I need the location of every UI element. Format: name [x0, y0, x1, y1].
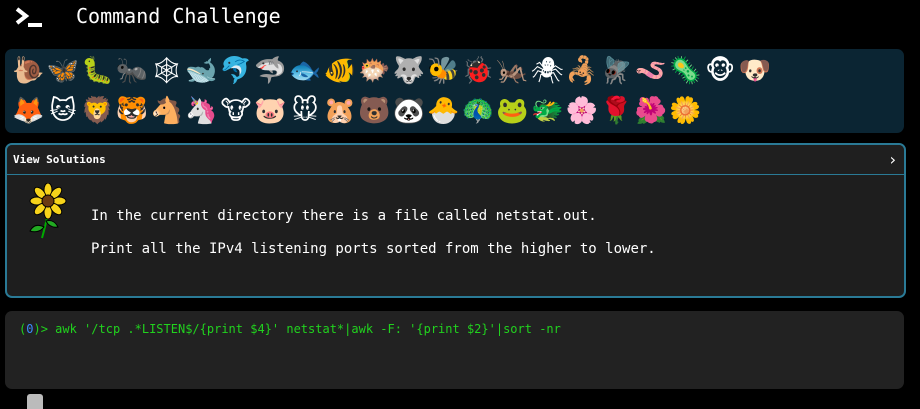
tiger-icon[interactable]: 🐯 [115, 93, 150, 129]
challenge-card: View Solutions › In the current director… [5, 143, 906, 298]
dragon-icon[interactable]: 🐲 [530, 93, 565, 129]
worm-icon[interactable]: 🪱 [634, 53, 669, 89]
dog-icon[interactable]: 🐶 [737, 53, 772, 89]
lion-icon[interactable]: 🦁 [80, 93, 115, 129]
blowfish-icon[interactable]: 🐡 [357, 53, 392, 89]
command-line[interactable]: (0)> awk '/tcp .*LISTEN$/{print $4}' net… [19, 322, 561, 336]
blossom-icon[interactable]: 🌼 [668, 93, 703, 129]
icon-row-1: 🐌 🦋 🐛 🐜 🕸 🐋 🐬 🦈 🐟 🐠 🐡 🐺 🐝 🐞 🦗 🕷 🦂 🪰 🪱 🦠 🐵 🐶 [11, 53, 772, 89]
page-title: Command Challenge [76, 4, 281, 28]
tropical-fish-icon[interactable]: 🐠 [322, 53, 357, 89]
bear-icon[interactable]: 🐻 [357, 93, 392, 129]
spider-web-icon[interactable]: 🕸 [149, 53, 184, 89]
chevron-right-icon[interactable]: › [890, 150, 896, 169]
challenge-description-line-1: In the current directory there is a file… [91, 208, 597, 224]
butterfly-icon[interactable]: 🦋 [46, 53, 81, 89]
hamster-icon[interactable]: 🐹 [322, 93, 357, 129]
sunflower-icon [29, 183, 67, 239]
horse-icon[interactable]: 🐴 [149, 93, 184, 129]
fox-icon[interactable]: 🦊 [11, 93, 46, 129]
snail-icon[interactable]: 🐌 [11, 53, 46, 89]
panda-icon[interactable]: 🐼 [392, 93, 427, 129]
challenge-description-line-2: Print all the IPv4 listening ports sorte… [91, 241, 656, 257]
monkey-icon[interactable]: 🐵 [703, 53, 738, 89]
view-solutions-header[interactable]: View Solutions › [7, 145, 904, 175]
bee-icon[interactable]: 🐝 [426, 53, 461, 89]
resize-handle[interactable] [27, 394, 43, 409]
spider-icon[interactable]: 🕷 [530, 53, 565, 89]
cat-icon[interactable]: 🐱 [46, 93, 81, 129]
wolf-icon[interactable]: 🐺 [392, 53, 427, 89]
ant-icon[interactable]: 🐜 [115, 53, 150, 89]
dolphin-icon[interactable]: 🐬 [219, 53, 254, 89]
ladybug-icon[interactable]: 🐞 [461, 53, 496, 89]
caterpillar-icon[interactable]: 🐛 [80, 53, 115, 89]
mouse-icon[interactable]: 🐭 [288, 93, 323, 129]
cricket-icon[interactable]: 🦗 [495, 53, 530, 89]
view-solutions-label[interactable]: View Solutions [13, 153, 106, 166]
icon-grid: 🐌 🦋 🐛 🐜 🕸 🐋 🐬 🦈 🐟 🐠 🐡 🐺 🐝 🐞 🦗 🕷 🦂 🪰 🪱 🦠 🐵 🐶 🦊 🐱 🦁 🐯 🐴 🦄 🐮 🐷 🐭 🐹 🐻 🐼 🐣 🦚 🐸 🐲 🌸… [5, 49, 904, 133]
hatching-chick-icon[interactable]: 🐣 [426, 93, 461, 129]
command-text[interactable]: awk '/tcp .*LISTEN$/{print $4}' netstat*… [55, 322, 561, 336]
terminal-input[interactable]: (0)> awk '/tcp .*LISTEN$/{print $4}' net… [5, 311, 904, 389]
cherry-blossom-icon[interactable]: 🌸 [565, 93, 600, 129]
prompt-close: )> [33, 322, 56, 336]
pig-icon[interactable]: 🐷 [253, 93, 288, 129]
header: Command Challenge [0, 0, 920, 40]
frog-icon[interactable]: 🐸 [495, 93, 530, 129]
fish-icon[interactable]: 🐟 [288, 53, 323, 89]
whale-icon[interactable]: 🐋 [184, 53, 219, 89]
fly-icon[interactable]: 🪰 [599, 53, 634, 89]
terminal-prompt-icon[interactable] [14, 6, 44, 30]
rose-icon[interactable]: 🌹 [599, 93, 634, 129]
icon-row-2: 🦊 🐱 🦁 🐯 🐴 🦄 🐮 🐷 🐭 🐹 🐻 🐼 🐣 🦚 🐸 🐲 🌸 🌹 🌺 🌼 [11, 93, 703, 129]
shark-icon[interactable]: 🦈 [253, 53, 288, 89]
cow-icon[interactable]: 🐮 [219, 93, 254, 129]
scorpion-icon[interactable]: 🦂 [565, 53, 600, 89]
unicorn-icon[interactable]: 🦄 [184, 93, 219, 129]
microbe-icon[interactable]: 🦠 [668, 53, 703, 89]
hibiscus-icon[interactable]: 🌺 [634, 93, 669, 129]
peacock-icon[interactable]: 🦚 [461, 93, 496, 129]
